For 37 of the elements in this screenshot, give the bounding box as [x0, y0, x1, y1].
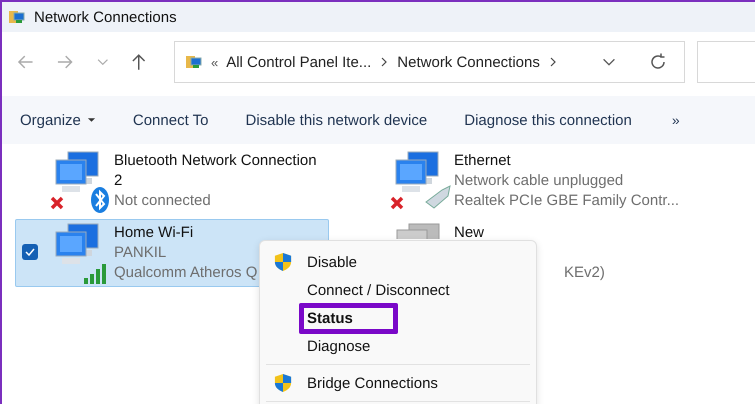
network-folder-icon — [184, 53, 203, 71]
menu-item[interactable]: Diagnose — [260, 332, 536, 360]
window-title: Network Connections — [34, 8, 177, 26]
connection-name: Bluetooth Network Connection 2 — [114, 151, 318, 191]
connection-status: PANKIL — [114, 243, 166, 263]
adapter-name: KEv2) — [564, 263, 605, 283]
connection-status: Not connected — [114, 191, 211, 211]
network-folder-icon — [8, 8, 26, 26]
menu-label: Diagnose — [307, 336, 370, 356]
chevron-right-icon[interactable] — [379, 57, 390, 67]
checkbox[interactable] — [22, 244, 38, 260]
connection-item[interactable]: Ethernet Network cable unplugged Realtek PCIe GBE Family Contr... — [355, 147, 755, 215]
breadcrumb[interactable]: Network Connections — [397, 54, 540, 70]
toolbar-button[interactable]: Disable this network device — [233, 106, 440, 134]
adapter-name: Qualcomm Atheros Q — [114, 263, 258, 283]
toolbar-button[interactable]: Connect To — [120, 106, 220, 134]
adapter-name: Realtek PCIe GBE Family Contr... — [454, 191, 680, 211]
search-field[interactable] — [696, 41, 755, 83]
menu-label: Bridge Connections — [307, 374, 438, 394]
connection-item[interactable]: Bluetooth Network Connection 2 Not connected — [15, 147, 329, 215]
connection-name: Home Wi-Fi — [114, 223, 194, 243]
connection-status: Network cable unplugged — [454, 171, 624, 191]
breadcrumb[interactable]: All Control Panel Ite... — [226, 54, 372, 70]
shield-icon — [274, 252, 292, 272]
chevron-right-icon[interactable] — [548, 57, 558, 67]
menu-item[interactable]: Bridge Connections — [260, 369, 536, 397]
overflow-marker[interactable]: « — [210, 54, 218, 70]
highlighted-menu-label: Status — [299, 302, 398, 334]
address-bar[interactable]: « All Control Panel Ite... Network Connections — [174, 41, 685, 83]
toolbar-button[interactable]: Diagnose this connection — [452, 106, 644, 134]
more-button[interactable]: » — [660, 106, 692, 134]
connection-name: New — [454, 223, 484, 243]
organize-menu[interactable]: Organize — [8, 106, 108, 134]
shield-icon — [274, 373, 292, 393]
menu-item[interactable]: Status — [260, 304, 536, 332]
connection-name: Ethernet — [454, 151, 511, 171]
caret-icon — [86, 117, 96, 123]
